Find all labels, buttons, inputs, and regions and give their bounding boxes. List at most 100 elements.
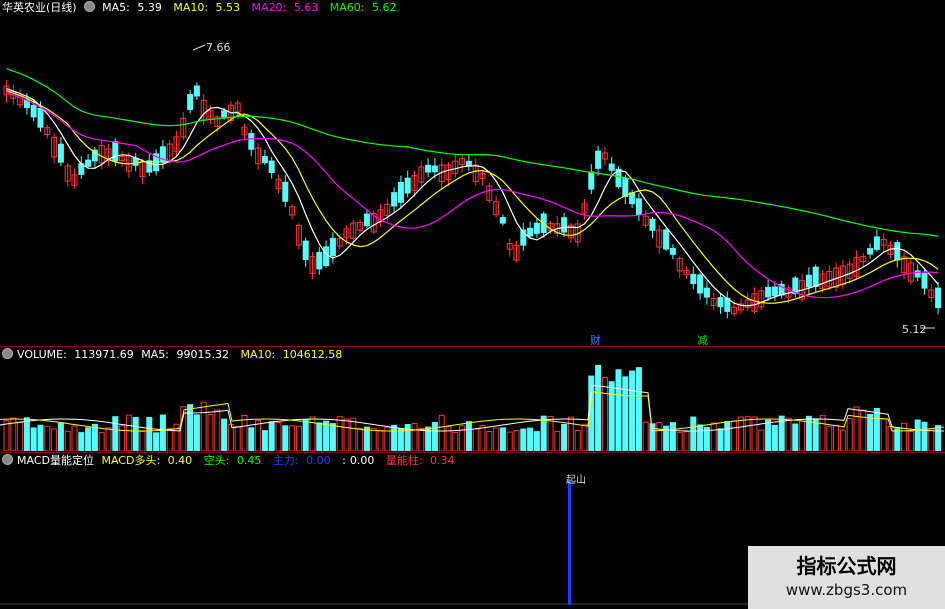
volume-bar (833, 424, 840, 451)
ma5-label: MA5: (102, 1, 130, 14)
candle-body (635, 198, 642, 216)
volume-bar (792, 423, 799, 451)
candle-body (499, 217, 506, 224)
volume-bar (336, 416, 343, 451)
volume-bar (697, 424, 704, 451)
volume-circle-icon[interactable] (2, 348, 13, 359)
candle-body (221, 110, 228, 118)
candle-body (30, 104, 37, 118)
volume-bar (785, 417, 792, 451)
candle-body (669, 248, 676, 255)
volume-bar (799, 420, 806, 451)
candle-body (894, 242, 901, 261)
watermark-logo: 指标公式网 www.zbgs3.com (748, 546, 945, 609)
volume-panel[interactable]: VOLUME: 113971.69 MA5: 99015.32 MA10: 10… (0, 347, 945, 451)
volume-bar (812, 418, 819, 451)
ma5-value: 5.39 (137, 1, 162, 14)
ma60-label: MA60: (329, 1, 365, 14)
volume-bar (370, 427, 377, 451)
volume-bar (153, 432, 160, 451)
volume-bar (57, 422, 64, 451)
volume-bar (289, 425, 296, 451)
ma20-legend: MA20: 5.63 (252, 1, 323, 14)
volume-bar (91, 423, 98, 451)
candle-body (588, 171, 595, 190)
volume-bar (71, 425, 78, 451)
volume-bar (214, 409, 221, 451)
candle-body (404, 177, 411, 194)
ma5-legend: MA5: 5.39 (102, 1, 166, 14)
candle-body (248, 133, 255, 150)
volume-bar (860, 409, 867, 451)
candle-body (703, 287, 710, 298)
volume-bar (166, 427, 173, 451)
volume-ma10-line (0, 391, 945, 432)
volume-bar (30, 427, 37, 451)
volume-bar (119, 425, 126, 451)
candle-body (812, 266, 819, 288)
volume-bar (85, 427, 92, 451)
ma60-value: 5.62 (371, 1, 397, 14)
candle-body (717, 297, 724, 308)
candle-body (921, 273, 928, 289)
candle-body (112, 141, 119, 162)
volume-bar (132, 416, 139, 451)
volume-bar (540, 415, 547, 451)
candlestick-chart[interactable] (0, 0, 945, 346)
volume-bar (907, 430, 914, 451)
candle-body (57, 143, 64, 163)
volume-bar (78, 432, 85, 451)
volume-bar (44, 425, 51, 451)
volume-bar (227, 424, 234, 451)
volume-bar (615, 369, 622, 451)
price-panel[interactable]: 华英农业(日线) MA5: 5.39 MA10: 5.53 MA20: 5.63… (0, 0, 945, 347)
candle-body (323, 246, 330, 267)
volume-bar (601, 376, 608, 451)
volume-bar (506, 431, 513, 451)
volume-bar (493, 427, 500, 451)
candle-body (805, 274, 812, 288)
zhuli-label: 主力: (272, 454, 299, 467)
kongtou-label: 空头: (203, 454, 230, 467)
volume-bar (513, 430, 520, 451)
volume-bar (241, 414, 248, 451)
candle-body (629, 192, 636, 205)
candle-body (316, 251, 323, 270)
macd-signal-label: 起山 (566, 475, 586, 486)
volume-bar (499, 427, 506, 451)
volume-bar (642, 421, 649, 451)
vol-ma5-value: 99015.32 (176, 348, 230, 361)
macd-circle-icon[interactable] (2, 454, 13, 465)
duotou-value: 0.40 (167, 454, 193, 467)
volume-bar (187, 404, 194, 451)
volume-bar (397, 428, 404, 451)
volume-bar (17, 422, 24, 451)
high-price-label: 7.66 (206, 41, 231, 54)
candle-body (765, 286, 772, 298)
candle-body (649, 218, 656, 231)
volume-value: 113971.69 (74, 348, 134, 361)
volume-bar (377, 430, 384, 451)
volume-bar (479, 425, 486, 451)
macd-title: MACD量能定位 (17, 454, 94, 467)
volume-bar (935, 425, 942, 451)
volume-bar (200, 401, 207, 451)
candle-body (268, 160, 275, 173)
candle-body (37, 108, 44, 128)
volume-bar (901, 422, 908, 451)
volume-bar (595, 364, 602, 451)
candle-body (431, 165, 438, 173)
zhuli-value: 0.00 (306, 454, 331, 467)
macd-kongtou: 空头: 0.45 (204, 454, 266, 467)
vol-ma10-value: 104612.58 (282, 348, 343, 361)
candle-body (561, 217, 568, 233)
vol-ma5-label: MA5: (141, 348, 170, 361)
macd-legend: MACD量能定位 MACD多头: 0.40 空头: 0.45 主力: 0.00 … (0, 453, 463, 469)
volume-bar (64, 430, 71, 451)
volume-bar (452, 431, 459, 451)
volume-bar (98, 432, 105, 451)
settings-circle-icon[interactable] (83, 1, 95, 12)
macd-liangneng: 量能柱: 0.34 (386, 454, 459, 467)
volume-bar (112, 416, 119, 451)
volume-bar (635, 367, 642, 451)
